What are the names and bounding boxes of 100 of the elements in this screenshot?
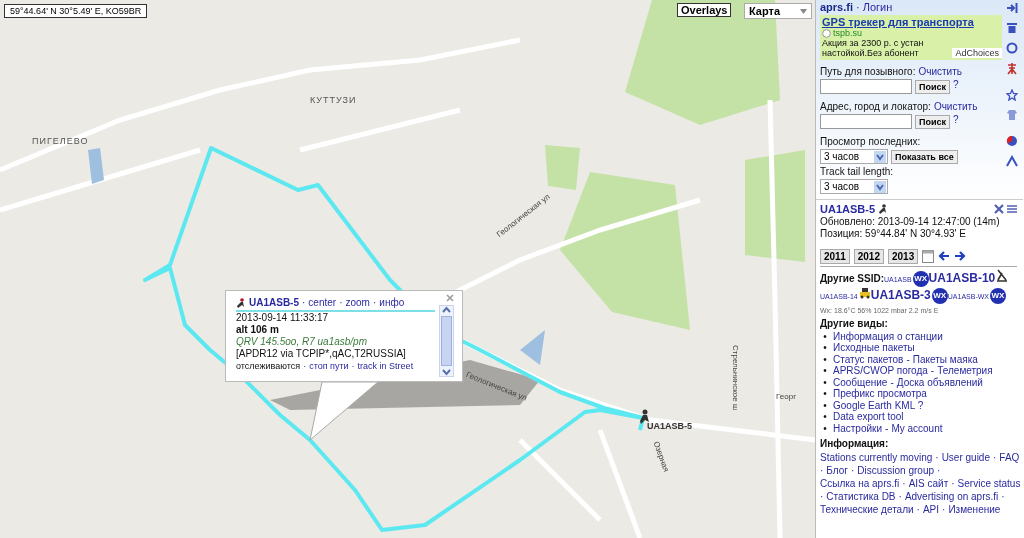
help-link[interactable]: ? (953, 78, 959, 91)
year-button[interactable]: 2011 (820, 248, 850, 264)
overlays-button[interactable]: Overlays (677, 3, 732, 17)
view-link[interactable]: Настройки (833, 422, 883, 435)
view-link[interactable]: APRS/CWOP погода (833, 365, 928, 377)
field-label: Адрес, город и локатор: (820, 100, 931, 113)
popup-link[interactable]: center (308, 297, 337, 309)
clear-link[interactable]: Очистить (933, 100, 978, 113)
antenna-icon[interactable] (1006, 62, 1018, 75)
tail-length-dropdown[interactable]: 3 часов (820, 179, 888, 194)
view-link[interactable]: Доска объявлений (896, 376, 983, 389)
view-link[interactable]: My account (891, 422, 943, 435)
popup-link[interactable]: track in Street (357, 360, 414, 372)
separator: · (820, 489, 824, 503)
year-button[interactable]: 2012 (853, 248, 884, 264)
close-icon[interactable] (994, 204, 1004, 215)
info-link[interactable]: Stations currently moving (820, 450, 933, 464)
help-link[interactable]: ? (953, 113, 959, 126)
bullet: • (822, 365, 828, 377)
separator: - (885, 422, 889, 435)
info-link[interactable]: Статистика DB (826, 489, 896, 503)
separator: · (351, 360, 355, 372)
info-link[interactable]: Изменение (948, 502, 1001, 516)
callsign-link[interactable]: UA1ASB-5 (820, 203, 875, 216)
place-label: КУТТУЗИ (310, 95, 357, 105)
section-title: Информация: (820, 438, 890, 451)
street-label: Георг (776, 392, 797, 401)
year-button[interactable]: 2013 (887, 248, 919, 264)
separator: · (935, 450, 939, 464)
show-all-button[interactable]: Показать все (891, 149, 958, 164)
popup-link[interactable]: zoom (345, 297, 370, 309)
ad-banner[interactable]: GPS трекер для транспорта tspb.su Акция за 2300 р. с устан настойкой.Без абонент AdChoices (820, 15, 1002, 60)
bullet: • (822, 411, 828, 423)
info-link[interactable]: Технические детали (820, 502, 914, 516)
circle-icon[interactable] (1006, 42, 1018, 54)
car-icon (858, 286, 871, 299)
coordinates-readout: 59°44.64' N 30°5.49' E, KO59BR (4, 4, 148, 18)
star-icon[interactable] (1006, 89, 1018, 101)
view-link[interactable]: Префикс просмотра (833, 388, 927, 400)
separator: · (902, 476, 906, 490)
view-link[interactable]: Data export tool (833, 411, 904, 423)
view-link[interactable]: Исходные пакеты (833, 342, 915, 354)
pie-icon[interactable] (1006, 135, 1018, 147)
runner-icon (236, 297, 246, 309)
section-title: Другие SSID: (820, 272, 884, 284)
info-link[interactable]: AIS сайт (908, 476, 949, 490)
scrollbar[interactable] (439, 305, 454, 377)
view-link[interactable]: Сообщение (833, 376, 888, 389)
view-link[interactable]: Телеметрия (937, 365, 993, 377)
popup-link[interactable]: инфо (379, 297, 405, 309)
weather-badge: WX (912, 270, 929, 287)
bullet: • (822, 388, 828, 400)
ad-domain[interactable]: tspb.su (833, 28, 863, 38)
section-title: Другие виды: (820, 318, 889, 331)
chevron-icon[interactable] (1006, 155, 1018, 167)
info-link[interactable]: Блог (826, 463, 848, 477)
time-range-dropdown[interactable]: 3 часов (820, 149, 888, 164)
search-field[interactable] (820, 114, 912, 129)
scroll-thumb[interactable] (441, 316, 452, 366)
ad-title[interactable]: GPS трекер для транспорта (822, 16, 1000, 28)
info-link[interactable]: User guide (941, 450, 990, 464)
left-arrow-icon[interactable] (938, 251, 951, 261)
view-link[interactable]: Пакеты маяка (912, 353, 978, 366)
view-link[interactable]: Информация о станции (833, 330, 943, 343)
close-icon[interactable] (446, 294, 454, 302)
view-link[interactable]: Google Earth KML ? (833, 399, 924, 412)
login-link[interactable]: Логин (862, 1, 893, 13)
info-link[interactable]: FAQ (999, 450, 1020, 464)
packet-path: [APDR12 via TCPIP*,qAC,T2RUSSIA] (236, 348, 407, 360)
ssid-link[interactable]: UA1ASB-10 (928, 270, 996, 285)
login-icon[interactable] (1006, 2, 1018, 14)
info-link[interactable]: Advertising on aprs.fi (904, 489, 999, 503)
ssid-link[interactable]: UA1ASB-3 (870, 287, 931, 302)
place-label: ПИГЕЛЕВО (32, 136, 89, 146)
info-link[interactable]: Ссылка на aprs.fi (820, 476, 900, 490)
search-button[interactable]: Поиск (915, 79, 950, 94)
right-arrow-icon[interactable] (954, 251, 967, 261)
field-label: Track tail length: (820, 165, 894, 178)
view-link[interactable]: Статус пакетов (833, 353, 904, 366)
callsign-link[interactable]: UA1ASB-5 (249, 297, 299, 309)
station-marker-icon[interactable] (640, 409, 649, 424)
info-link[interactable]: Service status (957, 476, 1021, 490)
menu-icon[interactable] (1007, 204, 1017, 215)
clear-link[interactable]: Очистить (918, 65, 962, 78)
calendar-icon[interactable] (922, 249, 935, 263)
separator: - (890, 376, 894, 389)
map-type-dropdown[interactable]: Карта (744, 3, 812, 19)
separator: · (951, 476, 955, 490)
station-label[interactable]: UA1ASB-5 (647, 421, 692, 431)
bin-icon[interactable] (1006, 22, 1018, 34)
street-label: Стрельнинское ш (731, 345, 740, 411)
search-button[interactable]: Поиск (915, 114, 950, 129)
separator: · (850, 463, 855, 477)
info-link[interactable]: API (922, 502, 940, 516)
search-field[interactable] (820, 79, 912, 94)
info-link[interactable]: Discussion group (857, 463, 934, 477)
popup-link[interactable]: стоп пути (309, 360, 349, 372)
site-title[interactable]: aprs.fi (820, 1, 853, 13)
timestamp: 2013-09-14 11:33:17 (236, 312, 330, 324)
adchoices-badge[interactable]: AdChoices (952, 48, 1002, 58)
